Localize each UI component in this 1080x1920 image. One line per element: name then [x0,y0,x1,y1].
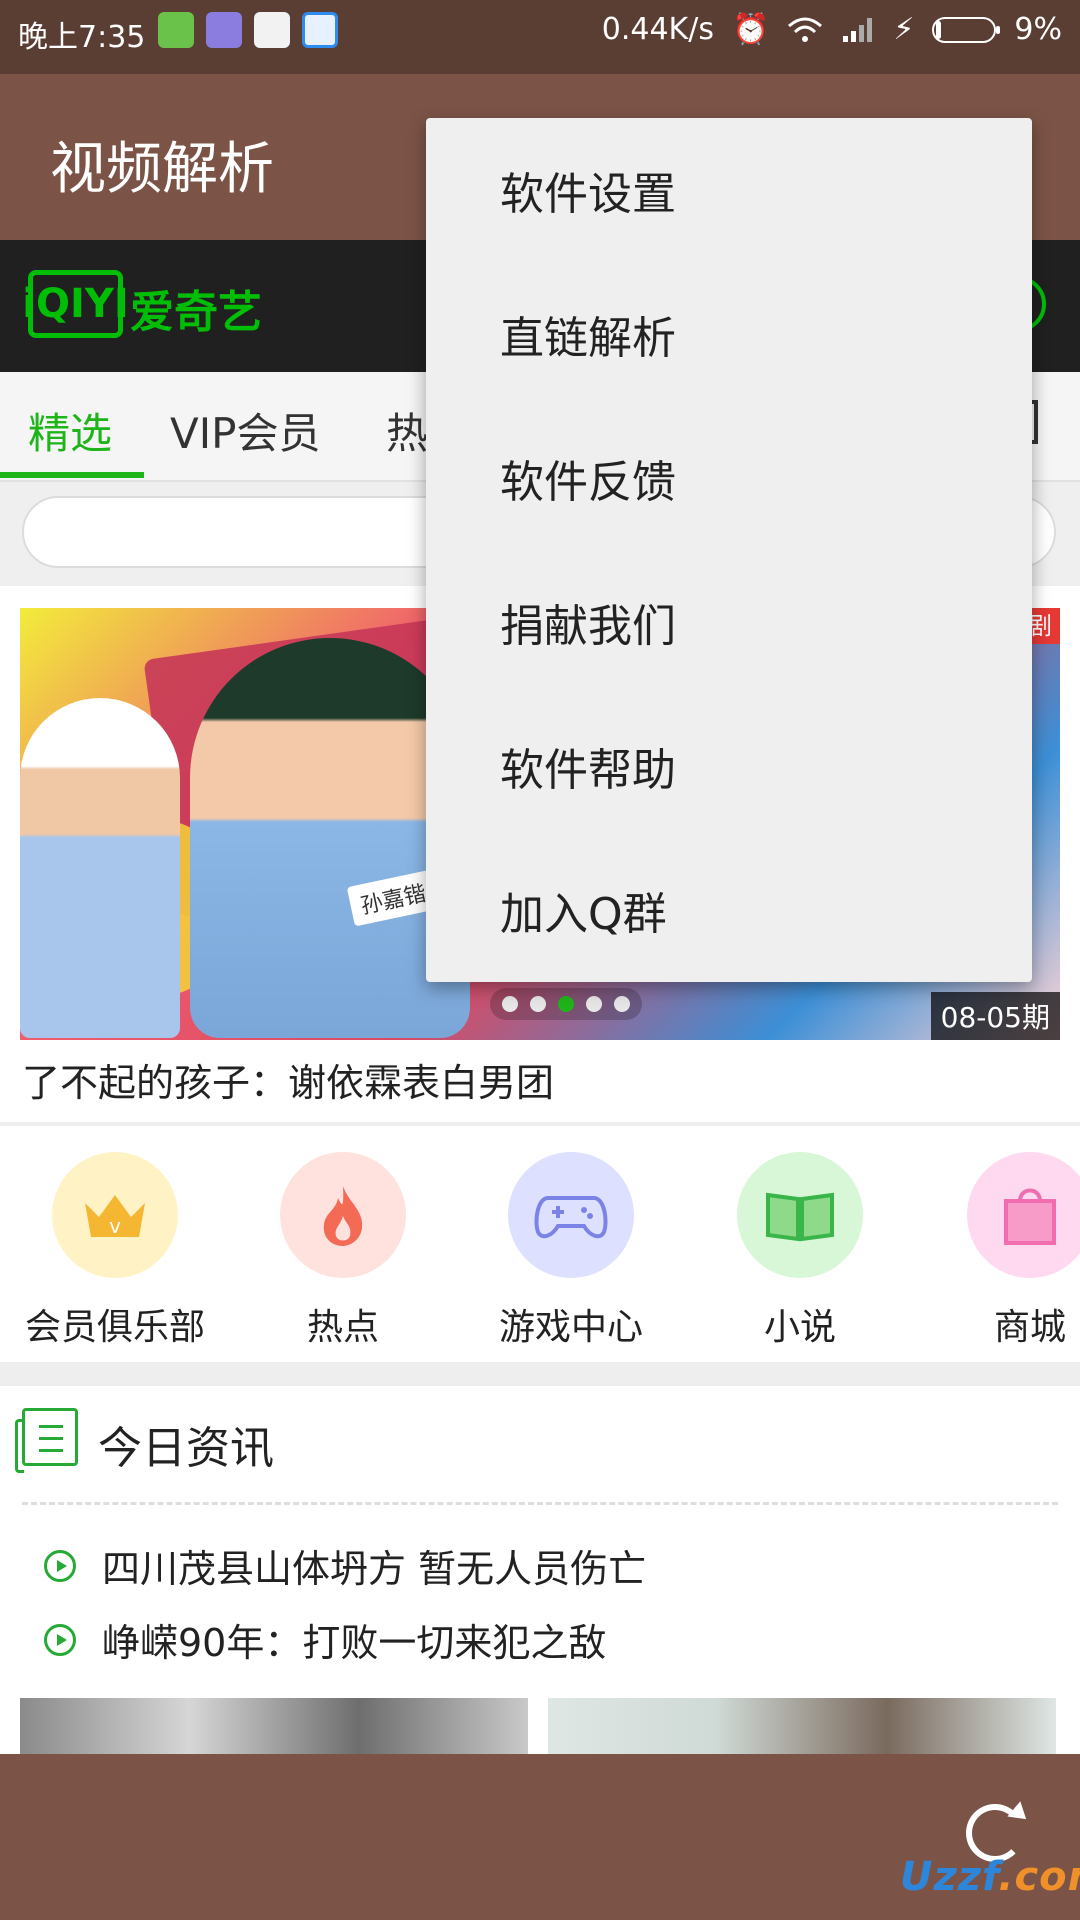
news-item[interactable]: 四川茂县山体坍方 暂无人员伤亡 [44,1538,646,1593]
category-novel[interactable]: 小说 [710,1152,890,1350]
battery-icon [932,16,1001,43]
news-section-title: 今日资讯 [98,1423,274,1474]
category-label: 热点 [306,1307,379,1348]
category-game-center[interactable]: 游戏中心 [481,1152,661,1350]
news-item-text: 峥嵘90年：打败一切来犯之敌 [102,1621,607,1665]
episode-label: 08-05期 [930,992,1060,1040]
play-icon [44,1549,76,1582]
category-label: 商城 [993,1307,1066,1348]
category-label: 小说 [763,1307,836,1348]
tab-hot[interactable]: 热 [386,400,428,461]
category-vip-club[interactable]: v 会员俱乐部 [25,1152,205,1350]
app-title: 视频解析 [50,137,274,202]
carousel-dot[interactable] [586,996,602,1012]
play-icon [44,1623,76,1656]
carousel-dot[interactable] [530,996,546,1012]
menu-item-feedback[interactable]: 软件反馈 [426,406,1032,550]
browser-icon [302,12,338,48]
signal-icon [843,17,873,42]
divider [0,1122,1080,1126]
category-hot[interactable]: 热点 [253,1152,433,1350]
watermark-main: Uzzf [900,1854,999,1900]
news-icon [15,1408,78,1473]
status-right: 0.44K/s ⏰ ⚡ 9% [602,12,1062,47]
flame-icon [280,1152,406,1278]
svg-text:v: v [109,1214,121,1238]
banner-person-left [20,698,180,1038]
watermark-suffix: .com [998,1854,1080,1900]
category-mall[interactable]: 商城 [940,1152,1080,1350]
battery-percent: 9% [1014,12,1062,47]
tab-vip[interactable]: VIP会员 [170,400,320,461]
menu-item-join-qq-group[interactable]: 加入Q群 [426,838,1032,982]
shopping-bag-icon [967,1152,1080,1278]
menu-item-help[interactable]: 软件帮助 [426,694,1032,838]
menu-item-donate[interactable]: 捐献我们 [426,550,1032,694]
section-divider [0,1362,1080,1386]
status-bar: 晚上7:35 0.44K/s ⏰ ⚡ 9% [0,0,1080,74]
carousel-dot[interactable] [558,996,574,1012]
menu-item-direct-link-parse[interactable]: 直链解析 [426,262,1032,406]
play-store-icon [254,12,290,48]
gamepad-icon [508,1152,634,1278]
dashed-divider [22,1502,1058,1505]
carousel-dot[interactable] [614,996,630,1012]
launcher-icon [206,12,242,48]
overflow-menu: 软件设置 直链解析 软件反馈 捐献我们 软件帮助 加入Q群 [426,118,1032,982]
carousel-dot[interactable] [502,996,518,1012]
crown-icon: v [52,1152,178,1278]
banner-caption[interactable]: 了不起的孩子：谢依霖表白男团 [22,1052,554,1107]
status-time: 晚上7:35 [18,20,146,55]
charging-icon: ⚡ [893,12,915,47]
network-speed: 0.44K/s [601,12,714,47]
news-thumbnail[interactable] [20,1698,528,1754]
battery-app-icon [158,12,194,48]
news-item[interactable]: 峥嵘90年：打败一切来犯之敌 [44,1612,606,1667]
notification-icons [158,12,338,48]
book-icon [737,1152,863,1278]
bottom-bar: Uzzf.com [0,1754,1080,1920]
tab-featured[interactable]: 精选 [28,400,112,461]
active-tab-indicator [0,472,144,478]
menu-item-settings[interactable]: 软件设置 [426,118,1032,262]
news-thumbnail[interactable] [548,1698,1056,1754]
category-label: 会员俱乐部 [25,1307,206,1348]
iqiyi-logo[interactable]: iQIYI [22,270,129,338]
news-item-text: 四川茂县山体坍方 暂无人员伤亡 [102,1547,647,1591]
wifi-icon [788,17,823,42]
category-label: 游戏中心 [498,1307,643,1348]
site-watermark: Uzzf.com [900,1854,1080,1900]
alarm-icon: ⏰ [731,12,770,47]
carousel-dots [490,988,642,1020]
iqiyi-brand-name: 爱奇艺 [130,287,262,338]
